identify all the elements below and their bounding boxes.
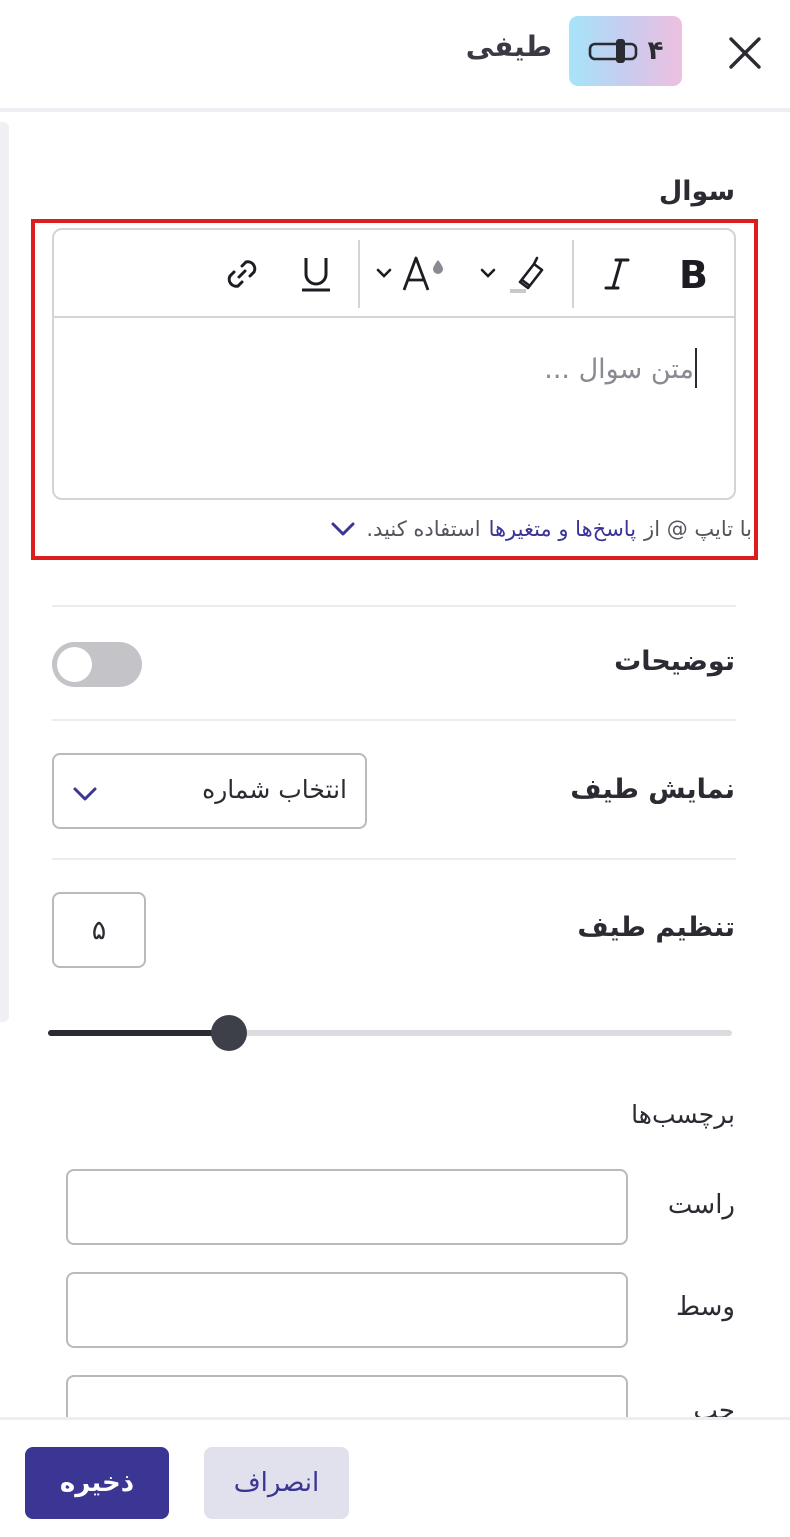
question-number: ۴ bbox=[647, 36, 664, 66]
toolbar-separator bbox=[358, 240, 360, 308]
description-toggle[interactable] bbox=[52, 642, 142, 687]
italic-icon[interactable] bbox=[592, 244, 642, 304]
header-divider bbox=[0, 108, 790, 112]
label-middle-title: وسط bbox=[675, 1292, 735, 1322]
slider-icon bbox=[588, 39, 637, 63]
labels-title: برچسب‌ها bbox=[631, 1100, 735, 1129]
toggle-knob bbox=[57, 647, 92, 682]
bold-icon[interactable]: B bbox=[666, 244, 722, 304]
text-caret bbox=[695, 348, 697, 388]
underline-icon[interactable] bbox=[290, 244, 342, 304]
chevron-down-icon bbox=[73, 787, 97, 801]
hint-prefix: با تایپ @ از bbox=[644, 517, 752, 541]
dialog-header: ۴ طیفی bbox=[0, 0, 790, 108]
display-select[interactable]: انتخاب شماره bbox=[52, 753, 367, 829]
hint-suffix: استفاده کنید. bbox=[366, 517, 481, 541]
editor-toolbar: B bbox=[54, 230, 734, 318]
section-divider bbox=[52, 719, 736, 721]
save-button[interactable]: ذخیره bbox=[25, 1447, 169, 1519]
cancel-button[interactable]: انصراف bbox=[204, 1447, 349, 1519]
close-icon[interactable] bbox=[722, 30, 768, 76]
chevron-down-icon[interactable] bbox=[328, 514, 358, 544]
range-fill bbox=[48, 1030, 229, 1036]
question-text-area[interactable]: متن سوال ... bbox=[54, 320, 734, 498]
variables-link[interactable]: پاسخ‌ها و متغیرها bbox=[489, 517, 636, 541]
question-type-title: طیفی bbox=[465, 30, 552, 63]
highlight-icon[interactable] bbox=[474, 244, 556, 304]
question-editor: B متن سوال ... bbox=[52, 228, 736, 500]
range-value-input[interactable]: ۵ bbox=[52, 892, 146, 968]
scroll-edge bbox=[0, 122, 9, 1022]
label-right-title: راست bbox=[667, 1190, 735, 1220]
range-thumb[interactable] bbox=[211, 1015, 247, 1051]
range-label: تنظیم طیف bbox=[577, 912, 735, 943]
display-label: نمایش طیف bbox=[570, 774, 735, 805]
text-color-icon[interactable] bbox=[372, 244, 456, 304]
question-placeholder: متن سوال ... bbox=[544, 354, 694, 385]
svg-text:B: B bbox=[679, 254, 708, 294]
dialog-footer: ذخیره انصراف bbox=[0, 1417, 790, 1537]
description-label: توضیحات bbox=[614, 646, 735, 677]
label-right-input[interactable] bbox=[66, 1169, 628, 1245]
label-middle-input[interactable] bbox=[66, 1272, 628, 1348]
link-icon[interactable] bbox=[214, 244, 270, 304]
variables-hint: با تایپ @ از پاسخ‌ها و متغیرها استفاده ک… bbox=[328, 514, 752, 544]
question-label: سوال bbox=[658, 176, 735, 207]
range-slider[interactable] bbox=[48, 1015, 732, 1051]
section-divider bbox=[52, 858, 736, 860]
section-divider bbox=[52, 605, 736, 607]
question-type-badge: ۴ bbox=[569, 16, 682, 86]
toolbar-separator bbox=[572, 240, 574, 308]
display-select-value: انتخاب شماره bbox=[202, 775, 347, 804]
